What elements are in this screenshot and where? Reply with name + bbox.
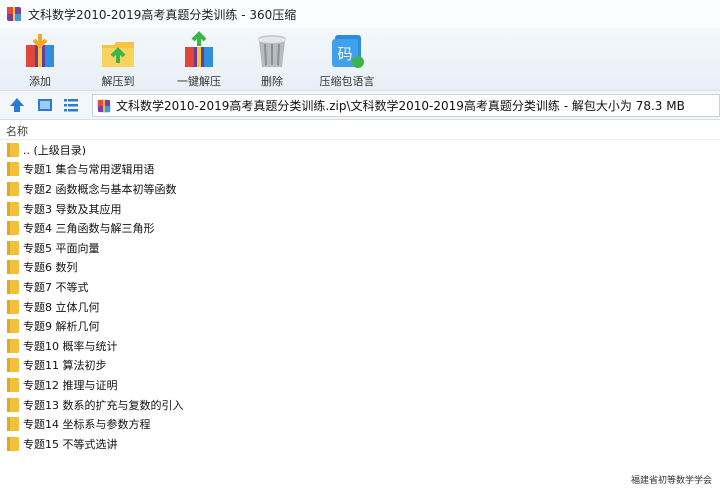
folder-icon xyxy=(7,240,19,255)
folder-icon xyxy=(7,142,19,157)
list-header: 名称 xyxy=(0,120,720,140)
archive-language-button[interactable]: 码 压缩包语言 xyxy=(312,28,382,90)
extract-to-button[interactable]: 解压到 xyxy=(88,28,148,90)
folder-icon xyxy=(7,162,19,177)
folder-icon xyxy=(7,279,19,294)
one-click-extract-button[interactable]: 一键解压 xyxy=(166,28,232,90)
one-click-extract-icon xyxy=(185,31,213,67)
folder-icon xyxy=(7,299,19,314)
list-item[interactable]: 专题14 坐标系与参数方程 xyxy=(0,414,720,434)
folder-icon xyxy=(7,221,19,236)
folder-icon xyxy=(7,201,19,216)
up-level-icon[interactable] xyxy=(8,96,26,114)
folder-icon xyxy=(7,397,19,412)
trash-bin-icon xyxy=(258,35,286,67)
list-item[interactable]: 专题4 三角函数与解三角形 xyxy=(0,218,720,238)
list-item[interactable]: 专题15 不等式选讲 xyxy=(0,434,720,454)
folder-icon xyxy=(7,338,19,353)
address-bar: 文科数学2010-2019高考真题分类训练.zip\文科数学2010-2019高… xyxy=(0,91,720,120)
list-item[interactable]: 专题9 解析几何 xyxy=(0,316,720,336)
folder-icon xyxy=(7,377,19,392)
list-item[interactable]: 专题1 集合与常用逻辑用语 xyxy=(0,160,720,180)
delete-button[interactable]: 删除 xyxy=(248,28,296,90)
add-button[interactable]: 添加 xyxy=(10,28,70,90)
list-item[interactable]: 专题8 立体几何 xyxy=(0,297,720,317)
list-item[interactable]: 专题10 概率与统计 xyxy=(0,336,720,356)
watermark-text: 福建省初等数学学会 xyxy=(630,476,712,486)
folder-icon xyxy=(7,260,19,275)
archive-add-icon xyxy=(26,34,54,67)
toolbar: 添加 解压到 一键解压 删除 码 压缩包语言 xyxy=(0,28,720,91)
folder-icon xyxy=(7,181,19,196)
file-list: .. (上级目录) 专题1 集合与常用逻辑用语 专题2 函数概念与基本初等函数 … xyxy=(0,140,720,454)
extract-to-icon xyxy=(102,42,134,67)
list-item[interactable]: 专题6 数列 xyxy=(0,258,720,278)
folder-icon xyxy=(7,358,19,373)
list-item[interactable]: 专题7 不等式 xyxy=(0,277,720,297)
folder-icon xyxy=(7,436,19,451)
list-item[interactable]: 专题2 函数概念与基本初等函数 xyxy=(0,179,720,199)
list-item[interactable]: 专题3 导数及其应用 xyxy=(0,199,720,219)
svg-text:码: 码 xyxy=(337,45,352,63)
title-bar: 文科数学2010-2019高考真题分类训练 - 360压缩 xyxy=(0,0,720,28)
list-item[interactable]: 专题5 平面向量 xyxy=(0,238,720,258)
column-header-name[interactable]: 名称 xyxy=(6,123,28,139)
list-item[interactable]: 专题12 推理与证明 xyxy=(0,375,720,395)
list-item[interactable]: 专题11 算法初步 xyxy=(0,356,720,376)
app-logo-icon xyxy=(7,7,21,21)
list-view-icon[interactable] xyxy=(62,96,80,114)
address-path-text: 文科数学2010-2019高考真题分类训练.zip\文科数学2010-2019高… xyxy=(116,99,685,113)
folder-icon xyxy=(7,319,19,334)
list-item-parent-directory[interactable]: .. (上级目录) xyxy=(0,140,720,160)
archive-file-icon xyxy=(97,99,111,112)
list-item[interactable]: 专题13 数系的扩充与复数的引入 xyxy=(0,395,720,415)
window-title: 文科数学2010-2019高考真题分类训练 - 360压缩 xyxy=(28,7,297,22)
address-path-field[interactable]: 文科数学2010-2019高考真题分类训练.zip\文科数学2010-2019高… xyxy=(92,94,720,117)
folder-icon xyxy=(7,417,19,432)
archive-language-icon: 码 xyxy=(332,35,364,68)
thumbnail-view-icon[interactable] xyxy=(36,96,54,114)
